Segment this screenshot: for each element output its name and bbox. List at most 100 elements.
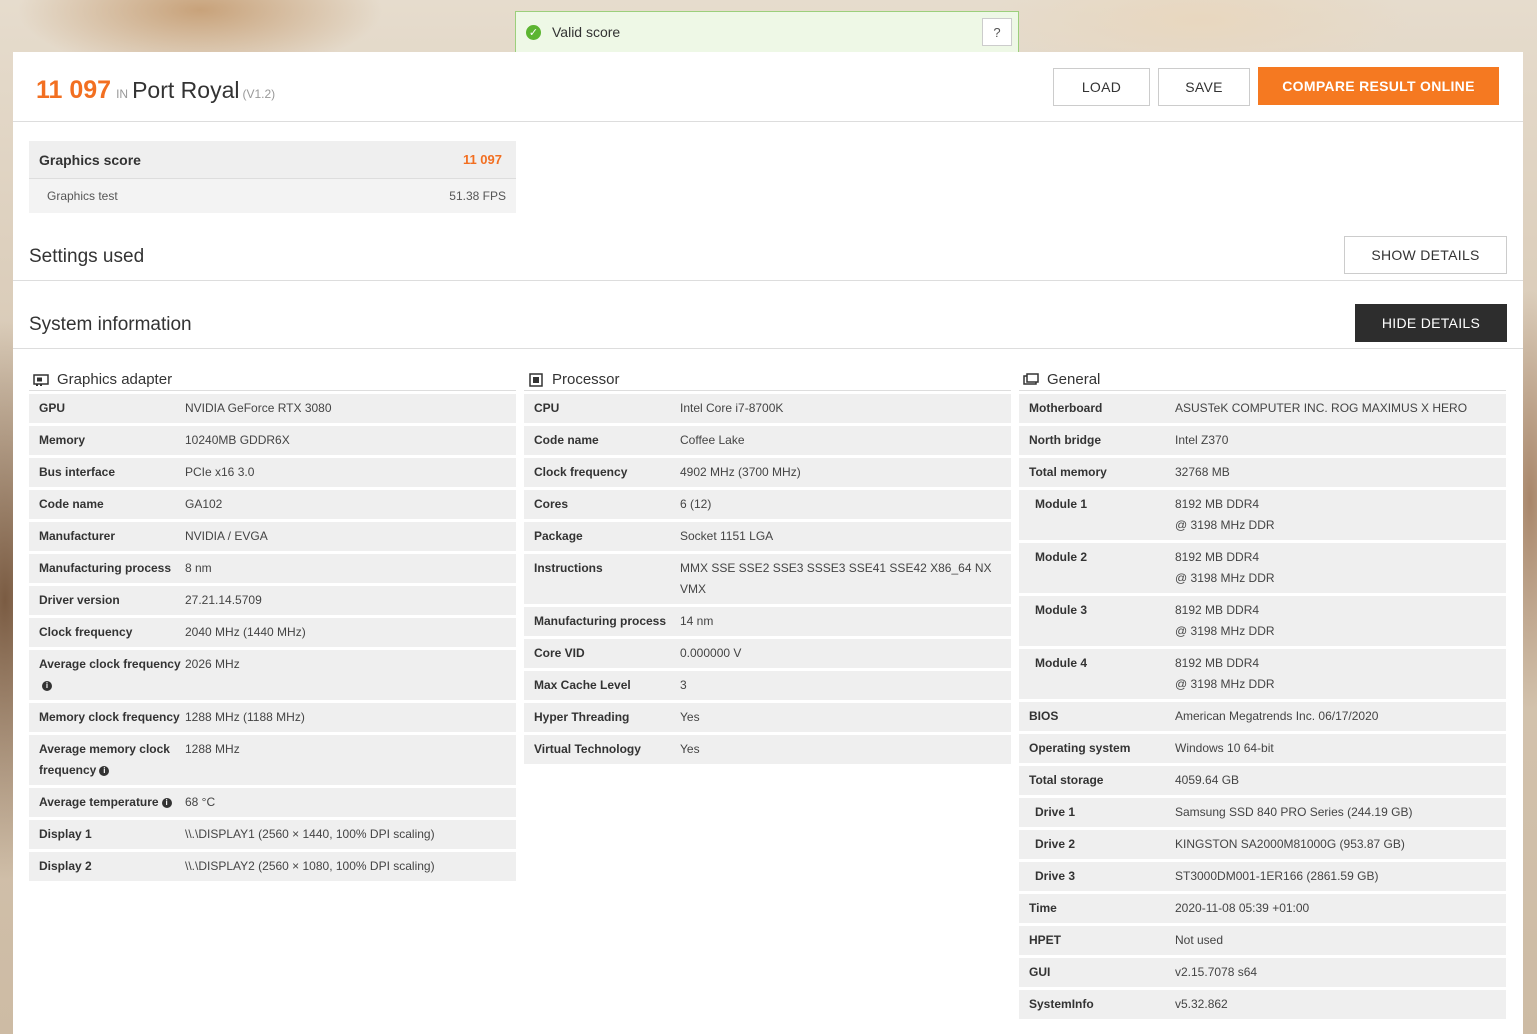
- graphics-card-icon: [33, 373, 49, 386]
- info-key-text: Memory clock frequency: [39, 710, 180, 724]
- benchmark-version: (V1.2): [242, 87, 276, 101]
- graphics-adapter-header: Graphics adapter: [29, 369, 516, 391]
- info-row: GUI v2.15.7078 s64: [1019, 958, 1506, 987]
- info-row: Package Socket 1151 LGA: [524, 522, 1011, 551]
- info-value: Yes: [680, 710, 700, 724]
- info-value: 3: [680, 678, 687, 692]
- compare-online-button[interactable]: COMPARE RESULT ONLINE: [1258, 67, 1499, 105]
- result-panel: 11 097 IN Port Royal (V1.2) LOAD SAVE CO…: [13, 52, 1523, 1034]
- info-row: Code name GA102: [29, 490, 516, 519]
- info-value: v5.32.862: [1175, 997, 1228, 1011]
- info-value: 8192 MB DDR4 @ 3198 MHz DDR: [1175, 497, 1275, 532]
- info-key-text: Hyper Threading: [534, 710, 630, 724]
- info-key-text: Driver version: [39, 593, 120, 607]
- score-title: 11 097 IN Port Royal (V1.2): [36, 76, 275, 105]
- show-details-button[interactable]: SHOW DETAILS: [1344, 236, 1507, 274]
- info-key-text: Max Cache Level: [534, 678, 631, 692]
- info-key: Code name: [29, 494, 185, 515]
- info-icon[interactable]: i: [42, 680, 52, 691]
- info-value: 0.000000 V: [680, 646, 742, 660]
- info-value: NVIDIA GeForce RTX 3080: [185, 401, 332, 415]
- info-key-text: Total storage: [1029, 773, 1104, 787]
- graphics-test-row: Graphics test 51.38 FPS: [29, 179, 516, 213]
- info-key: SystemInfo: [1019, 994, 1175, 1015]
- info-icon[interactable]: i: [161, 797, 172, 808]
- info-row: CPU Intel Core i7-8700K: [524, 394, 1011, 423]
- info-value: 1288 MHz (1188 MHz): [185, 710, 305, 724]
- info-key-text: Code name: [39, 497, 104, 511]
- info-row: Total storage 4059.64 GB: [1019, 766, 1506, 795]
- info-key: Core VID: [524, 643, 680, 664]
- info-row: Hyper Threading Yes: [524, 703, 1011, 732]
- info-row: Motherboard ASUSTeK COMPUTER INC. ROG MAX…: [1019, 394, 1506, 423]
- info-value: \\.\DISPLAY1 (2560 × 1440, 100% DPI scal…: [185, 827, 435, 841]
- info-key-text: Core VID: [534, 646, 585, 660]
- info-key-text: Instructions: [534, 561, 603, 575]
- general-table: Motherboard ASUSTeK COMPUTER INC. ROG MAX…: [1019, 394, 1506, 1019]
- info-value: 10240MB GDDR6X: [185, 433, 290, 447]
- info-key-text: Total memory: [1029, 465, 1107, 479]
- info-key: Average temperature i: [29, 792, 185, 813]
- info-value: PCIe x16 3.0: [185, 465, 255, 479]
- info-key: GUI: [1019, 962, 1175, 983]
- info-value: GA102: [185, 497, 223, 511]
- info-key-text: Module 2: [1035, 550, 1088, 564]
- info-row: Manufacturing process 8 nm: [29, 554, 516, 583]
- info-key: Drive 1: [1019, 802, 1175, 823]
- info-value: 32768 MB: [1175, 465, 1230, 479]
- info-value: MMX SSE SSE2 SSE3 SSSE3 SSE41 SSE42 X86_…: [680, 561, 992, 596]
- info-key-text: SystemInfo: [1029, 997, 1094, 1011]
- info-row: Clock frequency 2040 MHz (1440 MHz): [29, 618, 516, 647]
- info-row: Memory clock frequency 1288 MHz (1188 MHz…: [29, 703, 516, 732]
- info-row: Manufacturer NVIDIA / EVGA: [29, 522, 516, 551]
- info-key-text: HPET: [1029, 933, 1062, 947]
- info-row: Memory 10240MB GDDR6X: [29, 426, 516, 455]
- info-value: American Megatrends Inc. 06/17/2020: [1175, 709, 1379, 723]
- info-key-text: Operating system: [1029, 741, 1131, 755]
- info-key: Virtual Technology: [524, 739, 680, 760]
- info-key-text: Cores: [534, 497, 569, 511]
- info-value: 2020-11-08 05:39 +01:00: [1175, 901, 1310, 915]
- info-row: Module 3 8192 MB DDR4 @ 3198 MHz DDR: [1019, 596, 1506, 646]
- divider: [13, 280, 1523, 281]
- info-row: Time 2020-11-08 05:39 +01:00: [1019, 894, 1506, 923]
- computer-icon: [1023, 373, 1039, 386]
- info-row: Cores 6 (12): [524, 490, 1011, 519]
- info-key-text: Manufacturing process: [534, 614, 667, 628]
- info-key-text: Memory: [39, 433, 86, 447]
- info-value: \\.\DISPLAY2 (2560 × 1080, 100% DPI scal…: [185, 859, 435, 873]
- load-button[interactable]: LOAD: [1053, 68, 1150, 106]
- hide-details-button[interactable]: HIDE DETAILS: [1355, 304, 1507, 342]
- save-button[interactable]: SAVE: [1158, 68, 1250, 106]
- general-header: General: [1019, 369, 1506, 391]
- info-key-text: Drive 3: [1035, 869, 1076, 883]
- info-key-text: GUI: [1029, 965, 1051, 979]
- info-value: 2026 MHz: [185, 657, 240, 671]
- processor-icon: [528, 372, 544, 387]
- info-value: KINGSTON SA2000M81000G (953.87 GB): [1175, 837, 1405, 851]
- graphics-score-row: Graphics score 11 097: [29, 141, 516, 179]
- info-key: Drive 2: [1019, 834, 1175, 855]
- info-key: Cores: [524, 494, 680, 515]
- general-column: General Motherboard ASUSTeK COMPUTER INC.…: [1019, 369, 1506, 1022]
- info-row: Operating system Windows 10 64-bit: [1019, 734, 1506, 763]
- processor-title: Processor: [552, 371, 620, 388]
- score-in-label: IN: [116, 87, 129, 101]
- processor-header: Processor: [524, 369, 1011, 391]
- info-row: Manufacturing process 14 nm: [524, 607, 1011, 636]
- info-row: Drive 1 Samsung SSD 840 PRO Series (244.1…: [1019, 798, 1506, 827]
- check-icon: ✓: [526, 24, 541, 40]
- info-row: HPET Not used: [1019, 926, 1506, 955]
- info-key: BIOS: [1019, 706, 1175, 727]
- help-button[interactable]: ?: [982, 18, 1012, 46]
- info-row: Average memory clock frequency i 1288 MHz: [29, 735, 516, 785]
- info-key-text: Drive 1: [1035, 805, 1076, 819]
- info-value: 14 nm: [680, 614, 714, 628]
- info-key: Manufacturing process: [29, 558, 185, 579]
- info-key: Operating system: [1019, 738, 1175, 759]
- info-key: Memory clock frequency: [29, 707, 185, 728]
- settings-used-title: Settings used: [29, 246, 145, 267]
- info-value: Intel Z370: [1175, 433, 1229, 447]
- info-icon[interactable]: i: [99, 765, 110, 776]
- info-value: 6 (12): [680, 497, 712, 511]
